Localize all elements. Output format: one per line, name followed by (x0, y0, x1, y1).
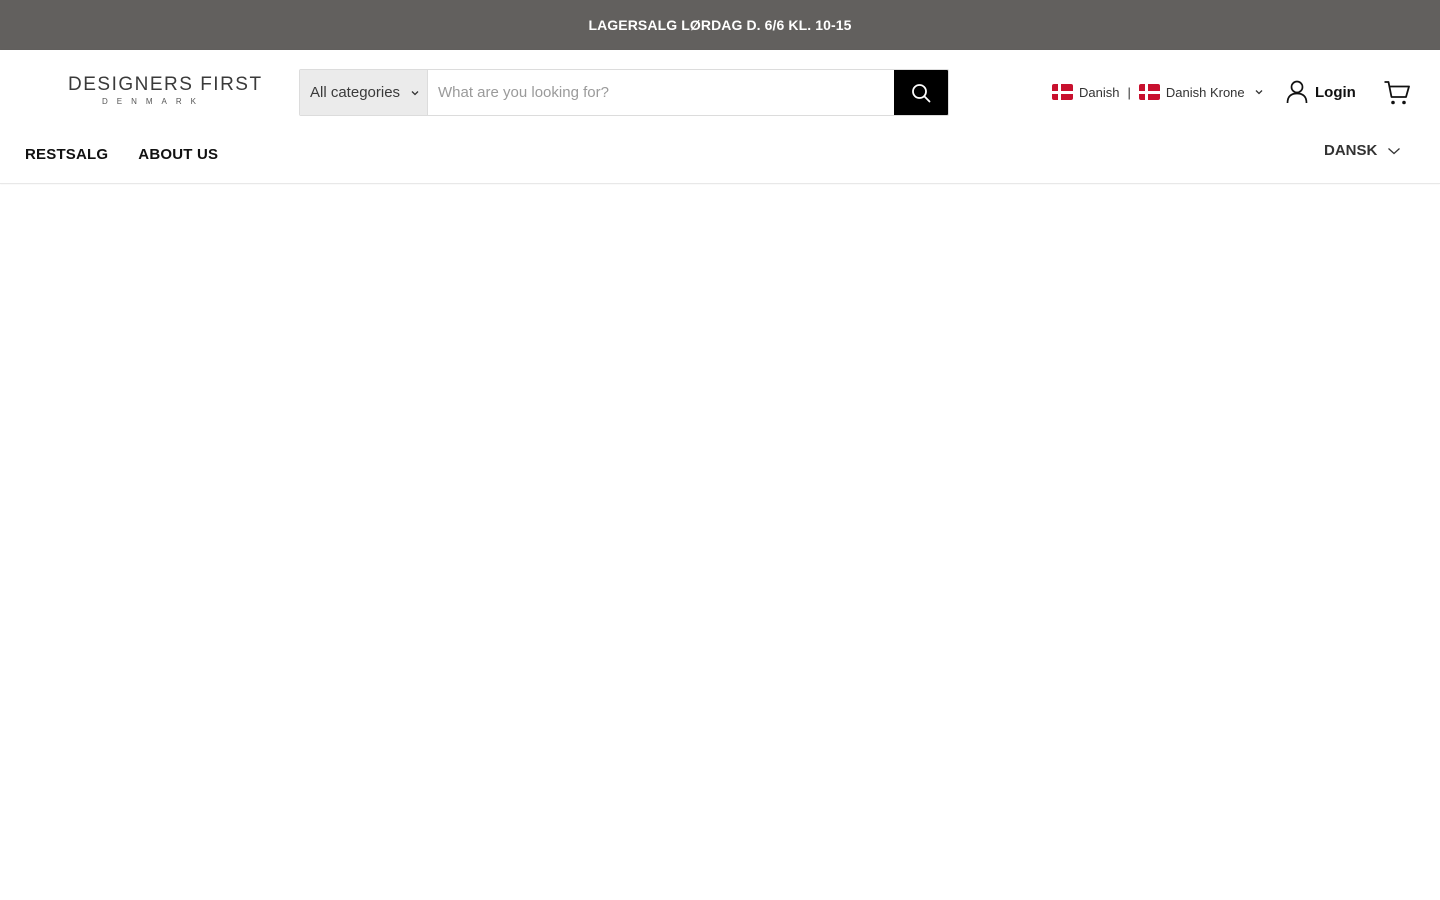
nav-item-about-us[interactable]: ABOUT US (138, 146, 218, 163)
site-logo[interactable]: DESIGNERS FIRST DENMARK (68, 74, 263, 110)
user-icon (1286, 80, 1308, 104)
locale-currency: Danish Krone (1165, 84, 1245, 100)
chevron-down-icon (411, 90, 419, 95)
login-label: Login (1315, 83, 1356, 101)
logo-subtitle: DENMARK (102, 97, 206, 106)
search-button[interactable] (894, 70, 948, 115)
page-content (0, 185, 1440, 900)
announcement-text: LAGERSALG LØRDAG D. 6/6 KL. 10-15 (588, 17, 852, 33)
cart-button[interactable] (1383, 79, 1411, 107)
chevron-down-icon (1255, 90, 1263, 95)
login-link[interactable]: Login (1286, 79, 1356, 105)
denmark-flag-icon (1052, 84, 1073, 100)
cart-icon (1384, 81, 1410, 105)
locale-language: Danish (1079, 84, 1120, 100)
search-icon (912, 83, 931, 102)
denmark-flag-icon (1138, 84, 1160, 100)
locale-selector[interactable]: Danish | Danish Krone (1052, 80, 1264, 104)
search-bar: All categories (299, 69, 949, 116)
main-navigation: RESTSALG ABOUT US (25, 146, 218, 163)
search-input[interactable] (428, 70, 894, 115)
language-label: DANSK (1324, 142, 1378, 159)
announcement-bar: LAGERSALG LØRDAG D. 6/6 KL. 10-15 (0, 0, 1440, 50)
logo-wordmark: DESIGNERS FIRST (68, 74, 263, 95)
site-header: DESIGNERS FIRST DENMARK All categories D… (0, 50, 1440, 184)
chevron-down-icon (1388, 147, 1401, 154)
locale-separator: | (1127, 84, 1131, 100)
language-selector[interactable]: DANSK (1324, 142, 1401, 159)
search-category-select[interactable]: All categories (300, 70, 428, 115)
search-category-label: All categories (310, 84, 401, 101)
nav-item-restsalg[interactable]: RESTSALG (25, 146, 108, 163)
